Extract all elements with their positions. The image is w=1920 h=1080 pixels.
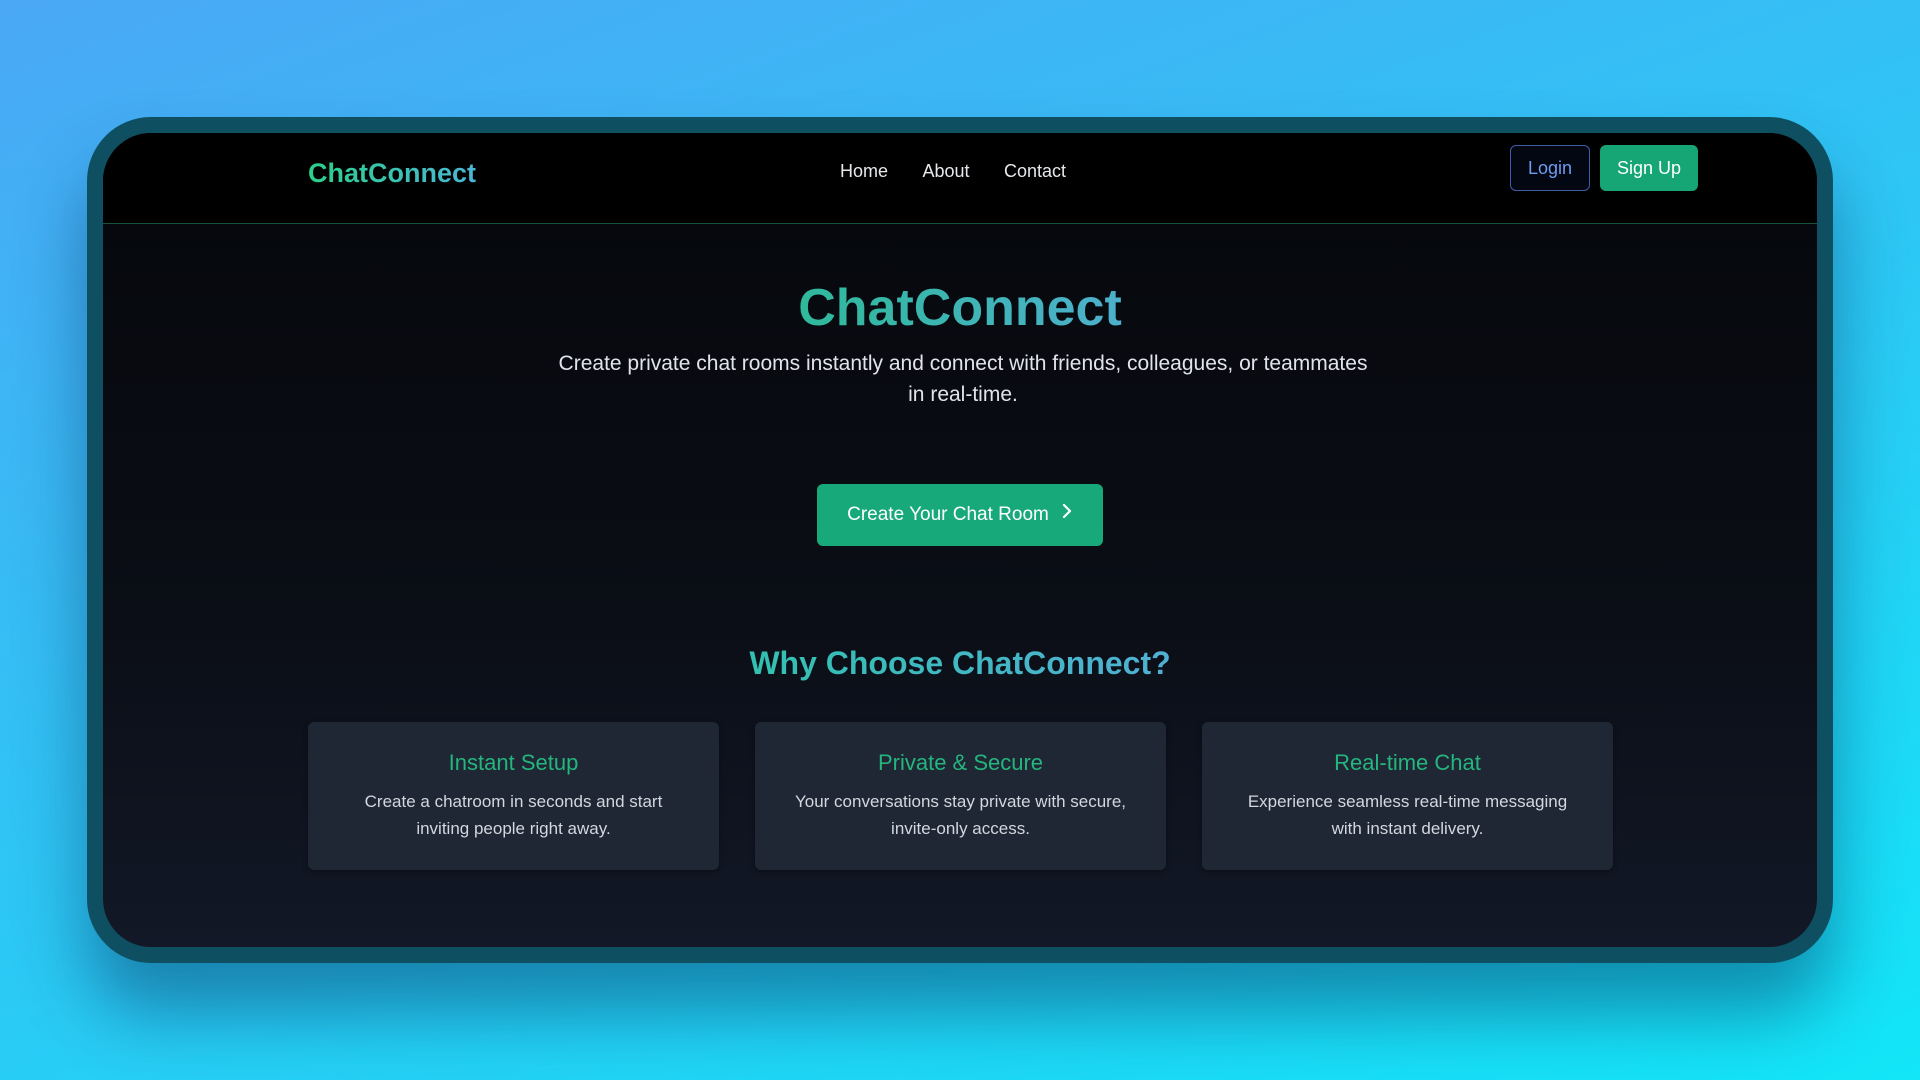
navbar: ChatConnect Home About Contact Login Sig… xyxy=(103,133,1817,224)
feature-card-description: Your conversations stay private with sec… xyxy=(794,792,1127,838)
login-button[interactable]: Login xyxy=(1510,145,1590,191)
hero-title: ChatConnect xyxy=(103,278,1817,338)
feature-card-description: Experience seamless real-time messaging … xyxy=(1247,792,1568,838)
nav-link-contact[interactable]: Contact xyxy=(1004,161,1066,182)
create-chat-room-button[interactable]: Create Your Chat Room xyxy=(817,484,1103,546)
features-section-title-text: Why Choose ChatConnect? xyxy=(749,645,1171,681)
feature-card-real-time-chat: Real-time Chat Experience seamless real-… xyxy=(1202,722,1613,870)
nav-link-home[interactable]: Home xyxy=(840,161,888,182)
hero-subtitle: Create private chat rooms instantly and … xyxy=(558,352,1368,406)
feature-card-title: Instant Setup xyxy=(448,750,579,775)
device-frame: ChatConnect Home About Contact Login Sig… xyxy=(87,117,1833,963)
feature-card-instant-setup: Instant Setup Create a chatroom in secon… xyxy=(308,722,719,870)
features-section-title: Why Choose ChatConnect? xyxy=(103,645,1817,682)
nav-link-about[interactable]: About xyxy=(922,161,969,182)
chevron-right-icon xyxy=(1061,484,1073,546)
create-chat-room-label: Create Your Chat Room xyxy=(847,504,1049,526)
signup-button[interactable]: Sign Up xyxy=(1600,145,1698,191)
feature-card-private-secure: Private & Secure Your conversations stay… xyxy=(755,722,1166,870)
hero-title-text: ChatConnect xyxy=(798,279,1122,337)
feature-card-title: Real-time Chat xyxy=(1334,750,1481,775)
feature-card-title: Private & Secure xyxy=(877,750,1044,775)
feature-card-description: Create a chatroom in seconds and start i… xyxy=(364,792,663,838)
app-screen: ChatConnect Home About Contact Login Sig… xyxy=(103,133,1817,947)
